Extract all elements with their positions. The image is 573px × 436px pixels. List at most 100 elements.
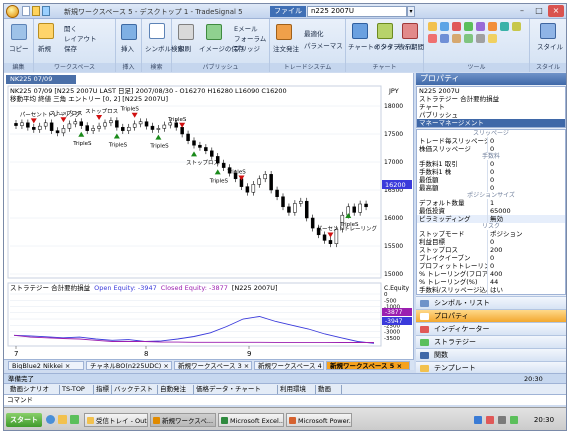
save-workspace-button[interactable]: 保存 (64, 43, 77, 53)
style-button[interactable]: スタイル (537, 41, 563, 51)
property-value[interactable]: 0 (487, 238, 563, 246)
taskbar-excel[interactable]: Microsoft Excel... (218, 413, 284, 427)
sheet-tab[interactable]: TS-TOP (60, 385, 94, 394)
property-dropdown[interactable]: 無効 (487, 215, 563, 223)
workspace-tab[interactable]: チャネルBO(n225UDC) × (86, 361, 172, 370)
property-value[interactable]: 0 (487, 168, 563, 176)
property-row[interactable]: % トレーリング(フロア) 400 (417, 270, 565, 278)
symbol-input[interactable]: n225 2007U (307, 6, 407, 17)
delete-tool-icon[interactable] (428, 34, 437, 43)
layout-button[interactable]: レイアウト (64, 33, 97, 43)
nav-strategies[interactable]: ストラテジー (416, 335, 566, 348)
property-row[interactable]: トレード毎スリッページ 0 (417, 137, 565, 145)
nav-templates[interactable]: テンプレート (416, 361, 566, 373)
sheet-tab[interactable]: 動画シナリオ (8, 385, 60, 394)
print-button[interactable]: 印刷 (178, 43, 191, 53)
image-save-icon[interactable] (206, 24, 222, 40)
network-tray-icon[interactable] (474, 416, 482, 424)
property-row[interactable]: 最高額 0 (417, 184, 565, 192)
style-icon[interactable] (540, 23, 556, 39)
property-row[interactable]: ピラミッディング 無効 (417, 215, 565, 223)
symbol-search-icon[interactable] (149, 23, 165, 39)
display-period-button[interactable]: 表示期間 (398, 41, 424, 51)
cursor-tool-icon[interactable] (440, 34, 449, 43)
property-value[interactable]: 0 (487, 254, 563, 262)
taskbar-outlook[interactable]: 受信トレイ - Out... (84, 413, 148, 427)
workspace-tab[interactable]: BigBlue2 Nikkei × (8, 361, 84, 370)
app-logo-icon[interactable] (6, 5, 19, 18)
property-value[interactable]: 44 (487, 278, 563, 286)
property-row[interactable]: % トレーリング(%) 44 (417, 278, 565, 286)
price-chart[interactable]: NK225 07/09 [N225 2007U LAST 日足] 2007/08… (6, 84, 412, 358)
tree-item[interactable]: パブリッシュ (417, 111, 565, 119)
measure-tool-icon[interactable] (476, 34, 485, 43)
nav-symbol-list[interactable]: シンボル・リスト (416, 296, 566, 309)
new-workspace-button[interactable]: 新規 (38, 43, 51, 53)
property-value[interactable]: 0 (487, 184, 563, 192)
crosshair-tool-icon[interactable] (464, 34, 473, 43)
property-row[interactable]: 株価スリッページ 0 (417, 145, 565, 153)
property-row[interactable]: デフォルト数量 1 (417, 199, 565, 207)
new-workspace-icon[interactable] (38, 23, 54, 39)
interval-icon[interactable] (377, 23, 393, 39)
order-icon[interactable] (276, 24, 292, 40)
workspace-tab[interactable]: 新規ワークスペース 3 × (174, 361, 252, 370)
property-value[interactable]: 0 (487, 145, 563, 153)
channel-tool-icon[interactable] (488, 22, 497, 31)
tree-item[interactable]: N225 2007U (417, 87, 565, 95)
optimize-button[interactable]: 最適化 (304, 28, 324, 38)
property-row[interactable]: 手数料1 取引 0 (417, 160, 565, 168)
property-row[interactable]: ストップロス 200 (417, 246, 565, 254)
property-value[interactable]: 1 (487, 199, 563, 207)
property-row[interactable]: 最低額 0 (417, 176, 565, 184)
nav-functions[interactable]: 関数 (416, 348, 566, 361)
app-quicklaunch-icon[interactable] (70, 415, 79, 424)
marker-tool-icon[interactable] (488, 34, 497, 43)
tree-item[interactable]: チャート (417, 103, 565, 111)
property-row[interactable]: 最低投資 65000 (417, 207, 565, 215)
insert-button[interactable]: 挿入 (121, 43, 134, 53)
file-menu[interactable]: ファイル (270, 6, 306, 17)
sheet-tab[interactable]: 指標 (94, 385, 112, 394)
print-icon[interactable] (178, 24, 194, 40)
save-quick-icon[interactable] (22, 6, 30, 16)
sheet-tab[interactable]: 利用環境 (278, 385, 316, 394)
security-tray-icon[interactable] (486, 416, 494, 424)
property-value[interactable]: 0 (487, 176, 563, 184)
copy-icon[interactable] (11, 24, 27, 40)
forum-button[interactable]: フォーラム (234, 33, 266, 43)
property-value[interactable]: 0 (487, 262, 563, 270)
property-row[interactable]: プロフィットトレーリング0 (417, 262, 565, 270)
copy-label[interactable]: コピー (9, 43, 29, 53)
property-value[interactable]: 65000 (487, 207, 563, 215)
property-value[interactable]: 400 (487, 270, 563, 278)
taskbar-powerpoint[interactable]: Microsoft Power... (286, 413, 352, 427)
order-button[interactable]: 注文発注 (273, 43, 299, 53)
undo-quick-icon[interactable] (42, 6, 50, 16)
tree-item[interactable]: ストラテジー 合計要約損益 (417, 95, 565, 103)
property-value[interactable]: 0 (487, 160, 563, 168)
zoom-tool-icon[interactable] (452, 34, 461, 43)
chevron-down-icon[interactable]: ▾ (407, 6, 415, 17)
property-row[interactable]: ストップモード ポジション (417, 230, 565, 238)
folder-quicklaunch-icon[interactable] (58, 415, 67, 424)
sheet-tab[interactable]: 価格データ・チャート (194, 385, 278, 394)
property-row[interactable]: 手数料/スリッページ込み はい (417, 286, 565, 294)
arrow-tool-icon[interactable] (452, 22, 461, 31)
property-value[interactable]: 0 (487, 137, 563, 145)
sheet-tab[interactable]: バックテスト (112, 385, 158, 394)
workspace-tab[interactable]: 新規ワークスペース 4 (254, 361, 324, 370)
workspace-tab-active[interactable]: 新規ワークスペース 5 × (326, 361, 410, 370)
minimize-button[interactable]: – (514, 5, 530, 17)
taskbar-tradesignal[interactable]: 新規ワークスペ... (150, 413, 216, 427)
parameters-button[interactable]: パラメーマス (304, 40, 343, 50)
close-button[interactable]: × (548, 5, 564, 17)
command-bar[interactable]: コマンド (4, 394, 566, 405)
nav-indicators[interactable]: インディケーター (416, 322, 566, 335)
ie-quicklaunch-icon[interactable] (46, 415, 55, 424)
email-button[interactable]: Eメール (234, 23, 258, 33)
fibonacci-tool-icon[interactable] (476, 22, 485, 31)
rectangle-tool-icon[interactable] (500, 22, 509, 31)
maximize-button[interactable]: □ (531, 5, 547, 17)
text-tool-icon[interactable] (464, 22, 473, 31)
